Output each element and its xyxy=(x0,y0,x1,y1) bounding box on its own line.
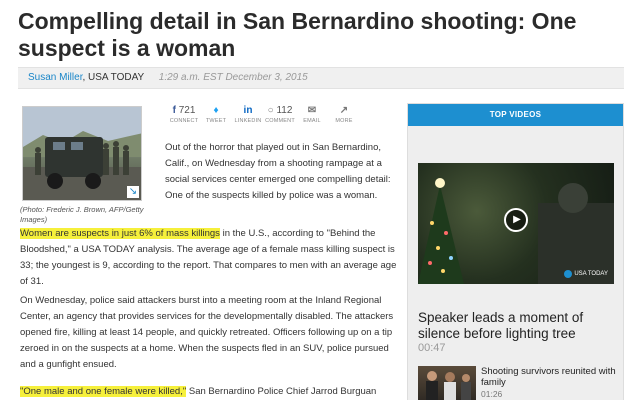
featured-video-title[interactable]: Speaker leads a moment of silence before… xyxy=(418,310,618,342)
share-more-label: MORE xyxy=(335,118,353,124)
twitter-icon: ♦ xyxy=(213,105,219,116)
play-icon[interactable]: ▶ xyxy=(504,208,528,232)
top-videos-body: ▶ USA TODAY Speaker leads a moment of si… xyxy=(408,126,623,400)
byline-organization: USA TODAY xyxy=(88,72,144,83)
share-email-label: EMAIL xyxy=(303,118,321,124)
photo-caption: (Photo: Frederic J. Brown, AFP/Getty Ima… xyxy=(20,205,144,224)
more-icon: ↗ xyxy=(339,105,349,116)
second-video-title[interactable]: Shooting survivors reunited with family xyxy=(481,366,616,388)
top-videos-panel: TOP VIDEOS ▶ USA TODAY Speaker leads a m… xyxy=(407,103,624,400)
email-icon: ✉ xyxy=(307,105,317,116)
byline-author-link[interactable]: Susan Miller xyxy=(28,72,82,83)
top-videos-header: TOP VIDEOS xyxy=(408,104,623,126)
second-video-duration: 01:26 xyxy=(481,389,503,399)
armored-vehicle-illustration xyxy=(23,107,141,200)
paragraph-text: San Bernardino Police Chief Jarrod Burgu… xyxy=(186,386,377,397)
article-paragraph-2: Women are suspects in just 6% of mass ki… xyxy=(20,226,398,290)
comment-icon: ○ xyxy=(267,105,274,116)
people-illustration xyxy=(426,371,471,400)
share-more-button[interactable]: ↗ MORE xyxy=(328,104,360,130)
highlighted-quote: "One male and one female were killed," xyxy=(20,386,187,397)
usa-today-logo-icon xyxy=(564,270,573,278)
share-facebook-label: CONNECT xyxy=(169,118,199,124)
featured-video-duration: 00:47 xyxy=(418,342,446,354)
byline-bar: Susan Miller, USA TODAY 1:29 a.m. EST De… xyxy=(18,67,624,89)
usa-today-badge: USA TODAY xyxy=(564,270,608,278)
article-headline: Compelling detail in San Bernardino shoo… xyxy=(18,8,577,61)
usa-today-badge-label: USA TODAY xyxy=(574,271,608,277)
facebook-icon: f xyxy=(172,105,176,116)
linkedin-icon: in xyxy=(243,105,253,116)
expand-arrow-icon[interactable]: ↘ xyxy=(127,186,139,198)
share-linkedin-label: LINKEDIN xyxy=(234,118,262,124)
featured-video-thumbnail[interactable]: ▶ USA TODAY xyxy=(418,163,614,284)
highlighted-text: Women are suspects in just 6% of mass ki… xyxy=(20,228,220,239)
byline-timestamp: 1:29 a.m. EST December 3, 2015 xyxy=(158,72,308,83)
share-twitter-label: TWEET xyxy=(205,118,227,124)
second-video-thumbnail[interactable] xyxy=(418,366,476,400)
share-linkedin-button[interactable]: in LINKEDIN xyxy=(232,104,264,130)
share-email-button[interactable]: ✉ EMAIL xyxy=(296,104,328,130)
article-paragraph-4: "One male and one female were killed," S… xyxy=(20,384,398,400)
share-facebook-button[interactable]: f 721 CONNECT xyxy=(168,104,200,130)
share-bar: f 721 CONNECT ♦ TWEET in LINKEDIN ○ 112 … xyxy=(168,104,398,130)
article-paragraph-1: Out of the horror that played out in San… xyxy=(165,142,391,201)
facebook-share-count: 721 xyxy=(178,105,196,116)
comment-button[interactable]: ○ 112 COMMENT xyxy=(264,104,296,130)
share-twitter-button[interactable]: ♦ TWEET xyxy=(200,104,232,130)
comment-count: 112 xyxy=(276,105,293,116)
article-paragraph-3: On Wednesday, police said attackers burs… xyxy=(20,295,394,370)
comment-label: COMMENT xyxy=(265,118,295,124)
article-photo[interactable]: ↘ xyxy=(22,106,142,201)
